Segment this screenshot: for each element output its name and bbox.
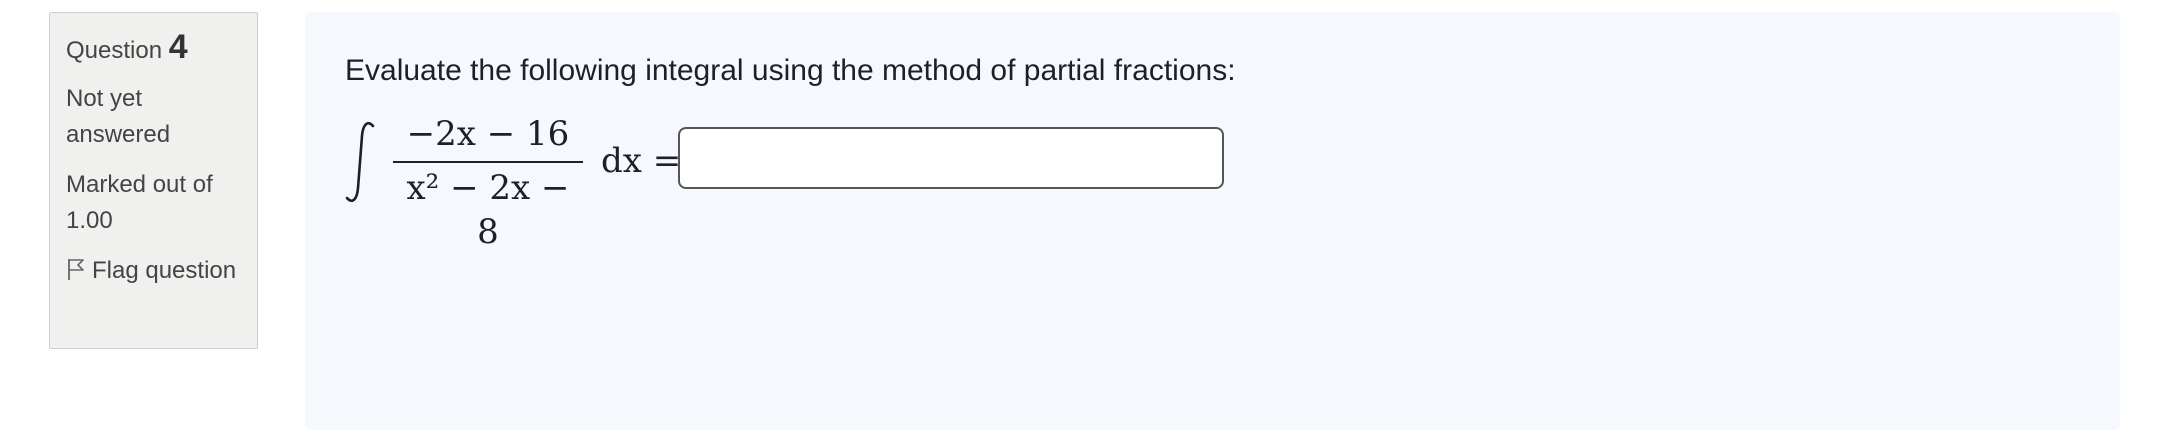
fraction-bar xyxy=(393,161,583,163)
fraction: −2x − 16 x² − 2x − 8 xyxy=(393,112,583,252)
flag-question-label: Flag question xyxy=(92,257,237,284)
numerator: −2x − 16 xyxy=(406,114,570,154)
question-number: Question 4 xyxy=(66,27,241,71)
question-text: Evaluate the following integral using th… xyxy=(345,54,1236,87)
question-state: Not yet answered xyxy=(66,85,171,148)
question-content: Evaluate the following integral using th… xyxy=(305,12,2120,430)
quiz-page: Question 4 Not yet answered Marked out o… xyxy=(0,0,2160,443)
question-number-value: 4 xyxy=(168,28,188,66)
answer-input[interactable] xyxy=(678,127,1224,189)
integral-sign xyxy=(345,122,375,202)
question-label: Question xyxy=(66,37,163,64)
flag-question-link[interactable]: Flag question xyxy=(66,253,241,289)
question-grade: Marked out of 1.00 xyxy=(66,171,213,234)
question-info-panel: Question 4 Not yet answered Marked out o… xyxy=(49,12,258,349)
denominator: x² − 2x − 8 xyxy=(406,168,570,252)
flag-icon xyxy=(66,256,86,280)
differential-equals: dx = xyxy=(601,141,682,181)
